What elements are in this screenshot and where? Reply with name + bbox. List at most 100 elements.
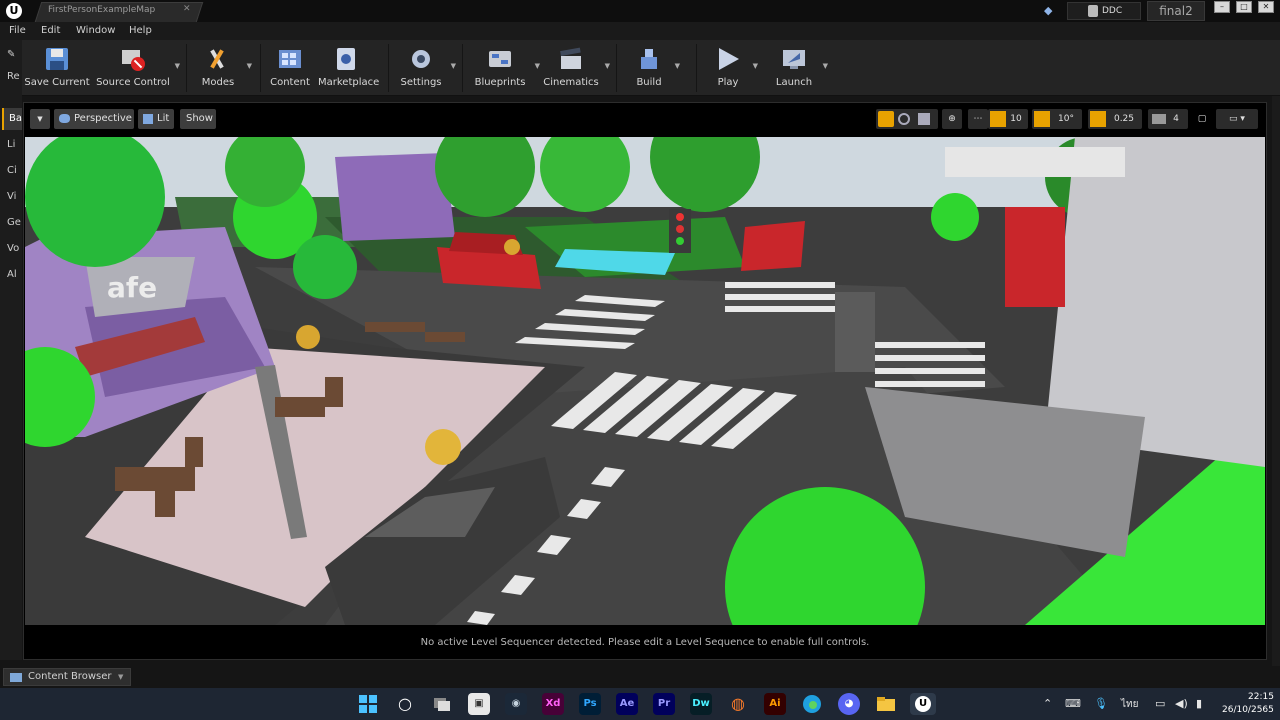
cube-icon[interactable]: ◆: [1044, 4, 1058, 18]
source-control-button[interactable]: Source Control ▼: [96, 40, 180, 96]
menu-file[interactable]: File: [9, 25, 26, 36]
menu-window[interactable]: Window: [76, 25, 115, 36]
play-label: Play: [717, 77, 739, 88]
network-icon[interactable]: ▭: [1155, 697, 1165, 710]
right-panel-collapsed: [1272, 96, 1280, 666]
close-tab-icon[interactable]: ✕: [183, 4, 191, 14]
modes-button[interactable]: Modes ▼: [194, 40, 252, 96]
left-tab-all-classes[interactable]: Al: [2, 264, 22, 286]
scale-snap-button[interactable]: 0.25: [1088, 109, 1142, 129]
volume-icon[interactable]: ◀): [1175, 697, 1188, 710]
play-dropdown-icon[interactable]: ▼: [753, 62, 758, 70]
maximize-button[interactable]: □: [1236, 1, 1252, 13]
menu-help[interactable]: Help: [129, 25, 152, 36]
launch-dropdown-icon[interactable]: ▼: [823, 62, 828, 70]
toolbar-separator: [462, 44, 463, 92]
adobe-xd-icon[interactable]: Xd: [542, 693, 564, 715]
cinematics-button[interactable]: Cinematics ▼: [542, 40, 610, 96]
translate-icon[interactable]: [878, 111, 894, 127]
rotation-snap-button[interactable]: 10°: [1032, 109, 1082, 129]
settings-dropdown-icon[interactable]: ▼: [451, 62, 456, 70]
input-language-label[interactable]: ไทย: [1121, 697, 1138, 712]
project-name-tab[interactable]: final2: [1147, 1, 1205, 21]
show-button[interactable]: Show: [180, 109, 216, 129]
illustrator-icon[interactable]: Ai: [764, 693, 786, 715]
after-effects-icon[interactable]: Ae: [616, 693, 638, 715]
discord-icon[interactable]: ◕: [838, 693, 860, 715]
marketplace-icon: [337, 48, 355, 70]
modes-dropdown-icon[interactable]: ▼: [247, 62, 252, 70]
content-browser-dropdown-icon[interactable]: ▼: [118, 669, 123, 685]
blueprints-button[interactable]: Blueprints ▼: [470, 40, 540, 96]
rotate-icon[interactable]: [898, 113, 910, 125]
clock-time[interactable]: 22:15: [1248, 692, 1274, 702]
gas-station-canopy: [945, 147, 1125, 177]
perspective-icon: [59, 114, 70, 123]
minimize-button[interactable]: –: [1214, 1, 1230, 13]
edge-icon[interactable]: [801, 693, 823, 715]
tray-overflow-icon[interactable]: ⌃: [1043, 697, 1052, 710]
marketplace-label: Marketplace: [318, 77, 380, 88]
scene-render[interactable]: afe: [25, 137, 1265, 625]
left-tab-volumes[interactable]: Vo: [2, 238, 22, 260]
level-viewport[interactable]: ▼ Perspective Lit Show ⊕ ⋯ 10 10° 0.25 4…: [23, 102, 1267, 660]
grid-snap-button[interactable]: 10: [988, 109, 1028, 129]
cinematics-label: Cinematics: [543, 77, 599, 88]
viewport-layout-icon[interactable]: ▭ ▾: [1216, 109, 1258, 129]
photoshop-icon[interactable]: Ps: [579, 693, 601, 715]
keyboard-icon[interactable]: ⌨: [1065, 697, 1081, 710]
perspective-button[interactable]: Perspective: [54, 109, 134, 129]
left-tab-mode-icon[interactable]: ✎: [2, 44, 22, 66]
source-control-icon: [122, 50, 145, 71]
left-tab-visual-effects[interactable]: Vi: [2, 186, 22, 208]
start-icon[interactable]: [357, 693, 379, 715]
battery-icon[interactable]: ▮: [1196, 697, 1202, 710]
file-explorer-icon[interactable]: [875, 693, 897, 715]
marketplace-button[interactable]: Marketplace: [318, 40, 380, 96]
microsoft-store-icon[interactable]: ▣: [468, 693, 490, 715]
scale-icon[interactable]: [918, 113, 930, 125]
gas-pump: [1005, 207, 1065, 307]
launch-button[interactable]: Launch ▼: [770, 40, 828, 96]
microphone-icon[interactable]: 🎙: [1094, 697, 1108, 710]
ddc-button[interactable]: DDC: [1067, 2, 1141, 20]
premiere-icon[interactable]: Pr: [653, 693, 675, 715]
close-window-button[interactable]: ✕: [1258, 1, 1274, 13]
blender-icon[interactable]: ◍: [727, 693, 749, 715]
task-view-icon[interactable]: [431, 693, 453, 715]
modes-panel-collapsed: ✎ Re Ba Li Ci Vi Ge Vo Al: [0, 40, 22, 660]
build-button[interactable]: Build ▼: [628, 40, 680, 96]
cinematics-dropdown-icon[interactable]: ▼: [605, 62, 610, 70]
search-icon[interactable]: ○: [394, 693, 416, 715]
menu-edit[interactable]: Edit: [41, 25, 60, 36]
viewport-options-dropdown[interactable]: ▼: [30, 109, 50, 129]
build-dropdown-icon[interactable]: ▼: [675, 62, 680, 70]
settings-button[interactable]: Settings ▼: [396, 40, 456, 96]
left-tab-lights[interactable]: Li: [2, 134, 22, 156]
blueprints-dropdown-icon[interactable]: ▼: [535, 62, 540, 70]
lit-button[interactable]: Lit: [138, 109, 174, 129]
save-current-button[interactable]: Save Current: [24, 40, 90, 96]
left-tab-basic[interactable]: Ba: [2, 108, 22, 130]
unreal-taskbar-icon[interactable]: U: [910, 693, 936, 715]
world-local-icon[interactable]: ⊕: [942, 109, 962, 129]
content-button[interactable]: Content: [268, 40, 312, 96]
surface-snap-icon[interactable]: ⋯: [968, 109, 988, 129]
maximize-viewport-icon[interactable]: ▢: [1192, 109, 1212, 129]
source-control-dropdown-icon[interactable]: ▼: [175, 62, 180, 70]
content-browser-tab[interactable]: Content Browser ▼: [3, 668, 131, 686]
content-label: Content: [270, 77, 310, 88]
dreamweaver-icon[interactable]: Dw: [690, 693, 712, 715]
clock-date[interactable]: 26/10/2565: [1222, 705, 1274, 715]
rotation-snap-icon: [1034, 111, 1050, 127]
left-tab-cinematic[interactable]: Ci: [2, 160, 22, 182]
blueprints-icon: [489, 51, 511, 67]
camera-speed-button[interactable]: 4: [1148, 109, 1188, 129]
steam-icon[interactable]: ◉: [505, 693, 527, 715]
street-sign: [835, 292, 875, 372]
left-tab-recent[interactable]: Re: [2, 66, 22, 88]
play-button[interactable]: Play ▼: [708, 40, 758, 96]
left-tab-geometry[interactable]: Ge: [2, 212, 22, 234]
toolbar-separator: [186, 44, 187, 92]
modes-icon: [210, 49, 224, 69]
